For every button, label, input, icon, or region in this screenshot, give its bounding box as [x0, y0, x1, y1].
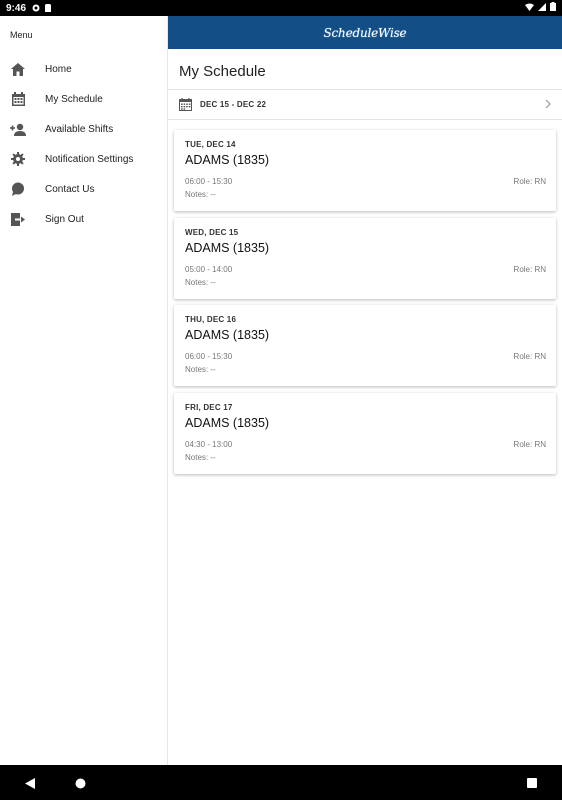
- shift-day: TUE, DEC 14: [185, 140, 236, 149]
- menu-title: Menu: [10, 30, 33, 40]
- home-icon: [10, 61, 26, 77]
- shift-time: 05:00 - 14:00: [185, 264, 233, 274]
- shift-notes: Notes: --: [185, 452, 216, 462]
- sign-out-icon: [10, 211, 26, 227]
- app-header: ScheduleWise: [168, 16, 562, 49]
- shift-notes: Notes: --: [185, 190, 216, 199]
- app-notification-icon: [32, 4, 40, 12]
- sidebar-item-my-schedule[interactable]: My Schedule: [0, 84, 167, 114]
- shift-card[interactable]: FRI, DEC 17 ADAMS (1835) 04:30 - 13:00 R…: [174, 392, 556, 474]
- shift-role: Role: RN: [513, 177, 546, 186]
- shift-time: 04:30 - 13:00: [185, 439, 233, 449]
- wifi-icon: [525, 3, 534, 14]
- shift-role: Role: RN: [513, 352, 546, 361]
- shift-card[interactable]: THU, DEC 16 ADAMS (1835) 06:00 - 15:30 R…: [174, 305, 556, 386]
- sidebar-item-label: Notification Settings: [45, 153, 134, 165]
- shift-card[interactable]: WED, DEC 15 ADAMS (1835) 05:00 - 14:00 R…: [174, 217, 556, 299]
- sidebar-item-sign-out[interactable]: Sign Out: [0, 204, 167, 234]
- shift-list: TUE, DEC 14 ADAMS (1835) 06:00 - 15:30 R…: [168, 120, 562, 474]
- shift-notes: Notes: --: [185, 365, 216, 374]
- back-icon[interactable]: [23, 776, 37, 790]
- sidebar-item-available-shifts[interactable]: Available Shifts: [0, 114, 167, 144]
- calendar-icon: [179, 98, 192, 111]
- shift-location: ADAMS (1835): [185, 240, 270, 255]
- status-indicators: [525, 2, 556, 14]
- recents-icon[interactable]: [525, 776, 539, 790]
- signal-icon: [538, 2, 546, 14]
- sidebar-item-contact-us[interactable]: Contact Us: [0, 174, 167, 204]
- shift-notes: Notes: --: [185, 277, 216, 287]
- chat-bubble-icon: [10, 181, 26, 197]
- shift-day: FRI, DEC 17: [185, 402, 233, 412]
- sidebar-item-label: Available Shifts: [45, 123, 114, 135]
- page-title: My Schedule: [179, 63, 266, 80]
- calendar-icon: [10, 91, 26, 107]
- home-button-icon[interactable]: [73, 776, 87, 790]
- schedulewise-logo: ScheduleWise: [323, 25, 407, 40]
- shift-day: WED, DEC 15: [185, 227, 239, 237]
- shift-location: ADAMS (1835): [185, 415, 270, 430]
- sidebar-item-label: Sign Out: [45, 213, 84, 225]
- date-range-label: DEC 15 - DEC 22: [200, 100, 267, 109]
- chevron-right-icon[interactable]: [545, 96, 551, 114]
- sidebar-item-label: My Schedule: [45, 93, 103, 105]
- sidebar-item-home[interactable]: Home: [0, 54, 167, 84]
- sidebar-item-notification-settings[interactable]: Notification Settings: [0, 144, 167, 174]
- sidebar-item-label: Home: [45, 63, 72, 75]
- status-bar: 9:46: [0, 0, 562, 16]
- battery-icon: [550, 2, 556, 14]
- date-range-selector[interactable]: DEC 15 - DEC 22: [168, 89, 562, 120]
- sim-card-icon: [44, 4, 52, 12]
- shift-time: 06:00 - 15:30: [185, 177, 233, 186]
- add-person-icon: [10, 121, 26, 137]
- system-nav-bar: [0, 765, 562, 800]
- sidebar-menu: Menu Home My Schedule Available Shifts N…: [0, 16, 168, 765]
- shift-day: THU, DEC 16: [185, 315, 237, 324]
- shift-location: ADAMS (1835): [185, 328, 270, 342]
- shift-role: Role: RN: [513, 439, 546, 449]
- shift-time: 06:00 - 15:30: [185, 352, 233, 361]
- status-time: 9:46: [6, 2, 27, 14]
- gear-icon: [10, 151, 26, 167]
- shift-location: ADAMS (1835): [185, 153, 270, 167]
- shift-card[interactable]: TUE, DEC 14 ADAMS (1835) 06:00 - 15:30 R…: [174, 130, 556, 211]
- shift-role: Role: RN: [513, 264, 546, 274]
- main-content: My Schedule DEC 15 - DEC 22 TUE, DEC 14 …: [168, 49, 562, 765]
- sidebar-item-label: Contact Us: [45, 183, 95, 195]
